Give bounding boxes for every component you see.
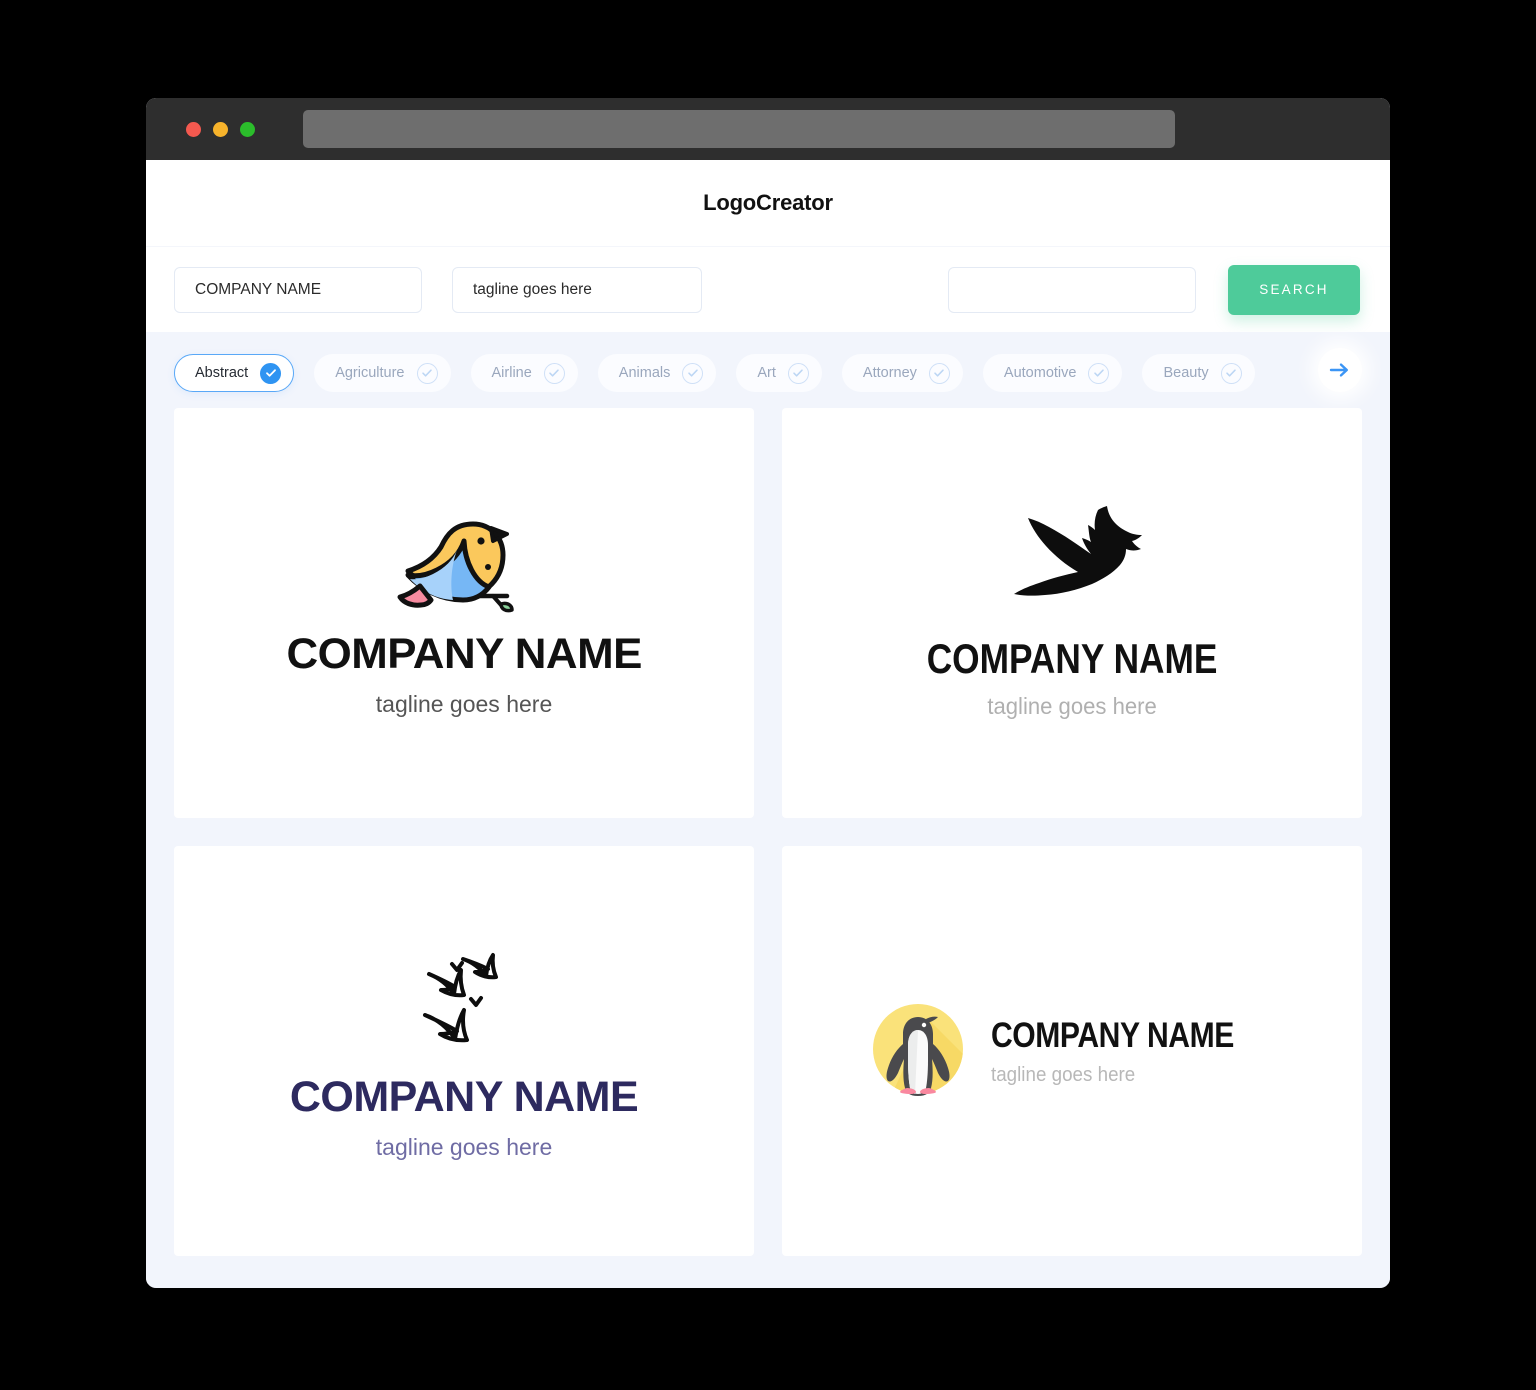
penguin-badge-icon <box>871 1002 965 1101</box>
logo-card[interactable]: COMPANY NAME tagline goes here <box>174 408 754 818</box>
check-icon <box>787 362 809 384</box>
chip-label: Automotive <box>1003 365 1077 381</box>
browser-window: LogoCreator SEARCH Abstract Agriculture … <box>146 98 1390 1288</box>
keyword-input[interactable] <box>948 266 1196 313</box>
check-icon <box>543 362 565 384</box>
check-icon <box>928 362 950 384</box>
check-icon <box>260 362 282 384</box>
check-icon <box>682 362 704 384</box>
chip-label: Agriculture <box>335 365 405 381</box>
logo-tagline: tagline goes here <box>375 691 553 717</box>
logo-results-grid: COMPANY NAME tagline goes here COMPANY N… <box>146 408 1390 1284</box>
logo-tagline: tagline goes here <box>987 693 1157 719</box>
traffic-lights <box>186 121 255 137</box>
chip-label: Art <box>757 365 776 381</box>
check-icon <box>416 362 438 384</box>
chip-label: Beauty <box>1163 365 1209 381</box>
chip-label: Animals <box>618 365 671 381</box>
close-window-button[interactable] <box>186 121 201 137</box>
company-name-input[interactable] <box>174 266 422 313</box>
logo-company-name: COMPANY NAME <box>990 1015 1234 1055</box>
logo-company-name: COMPANY NAME <box>926 635 1218 682</box>
chip-attorney[interactable]: Attorney <box>841 354 963 392</box>
logo-company-name: COMPANY NAME <box>286 630 642 678</box>
search-button[interactable]: SEARCH <box>1228 264 1360 315</box>
chip-beauty[interactable]: Beauty <box>1142 354 1255 392</box>
flying-birds-flock-icon <box>290 942 638 1059</box>
page-title: LogoCreator <box>703 190 833 215</box>
category-filter-bar: Abstract Agriculture Airline Animals Art <box>146 332 1390 408</box>
chip-label: Abstract <box>195 365 249 381</box>
chip-automotive[interactable]: Automotive <box>982 354 1123 392</box>
chip-abstract[interactable]: Abstract <box>174 354 295 392</box>
maximize-window-button[interactable] <box>240 121 255 137</box>
chip-label: Airline <box>491 365 532 381</box>
check-icon <box>1088 362 1110 384</box>
logo-tagline: tagline goes here <box>375 1133 553 1160</box>
address-bar[interactable] <box>303 110 1175 148</box>
site-header: LogoCreator <box>146 160 1390 246</box>
arrow-right-icon[interactable] <box>1318 348 1362 392</box>
chip-art[interactable]: Art <box>736 354 822 392</box>
logo-company-name: COMPANY NAME <box>289 1072 639 1121</box>
dove-silhouette-icon <box>899 501 1245 619</box>
logo-card[interactable]: COMPANY NAME tagline goes here <box>782 846 1362 1256</box>
browser-chrome-bar <box>146 98 1390 160</box>
chip-label: Attorney <box>862 365 917 381</box>
chip-animals[interactable]: Animals <box>597 354 717 392</box>
search-toolbar: SEARCH <box>146 246 1390 332</box>
songbird-on-branch-icon <box>290 508 638 618</box>
logo-card[interactable]: COMPANY NAME tagline goes here <box>174 846 754 1256</box>
chip-airline[interactable]: Airline <box>470 354 578 392</box>
tagline-input[interactable] <box>452 266 702 313</box>
check-icon <box>1220 362 1242 384</box>
minimize-window-button[interactable] <box>213 121 228 137</box>
logo-tagline: tagline goes here <box>990 1063 1136 1086</box>
logo-card[interactable]: COMPANY NAME tagline goes here <box>782 408 1362 818</box>
chip-agriculture[interactable]: Agriculture <box>314 354 451 392</box>
